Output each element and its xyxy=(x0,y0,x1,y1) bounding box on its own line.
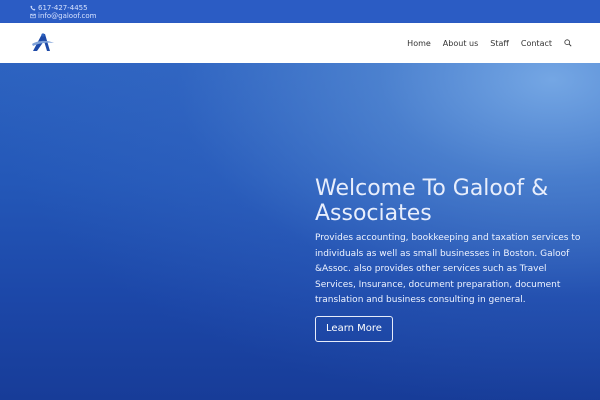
nav-home[interactable]: Home xyxy=(407,39,431,48)
learn-more-button[interactable]: Learn More xyxy=(315,316,393,342)
nav-about-us[interactable]: About us xyxy=(443,39,478,48)
nav-contact[interactable]: Contact xyxy=(521,39,552,48)
envelope-icon xyxy=(30,13,36,19)
main-navigation: Home About us Staff Contact xyxy=(395,23,572,63)
site-header: Home About us Staff Contact xyxy=(0,23,600,63)
phone-icon xyxy=(30,5,36,11)
search-icon[interactable] xyxy=(564,39,572,47)
phone-contact[interactable]: 617-427-4455 xyxy=(30,4,88,12)
nav-staff[interactable]: Staff xyxy=(490,39,509,48)
email-contact[interactable]: info@galoof.com xyxy=(30,12,97,20)
company-logo-icon[interactable] xyxy=(30,31,56,55)
phone-number[interactable]: 617-427-4455 xyxy=(38,4,88,12)
hero-banner: Welcome To Galoof & Associates Provides … xyxy=(0,63,600,400)
hero-content: Welcome To Galoof & Associates Provides … xyxy=(315,176,585,342)
email-address[interactable]: info@galoof.com xyxy=(38,12,97,20)
hero-description: Provides accounting, bookkeeping and tax… xyxy=(315,233,581,306)
hero-title: Welcome To Galoof & Associates xyxy=(315,176,549,226)
top-contact-bar: 617-427-4455 info@galoof.com xyxy=(0,0,600,23)
